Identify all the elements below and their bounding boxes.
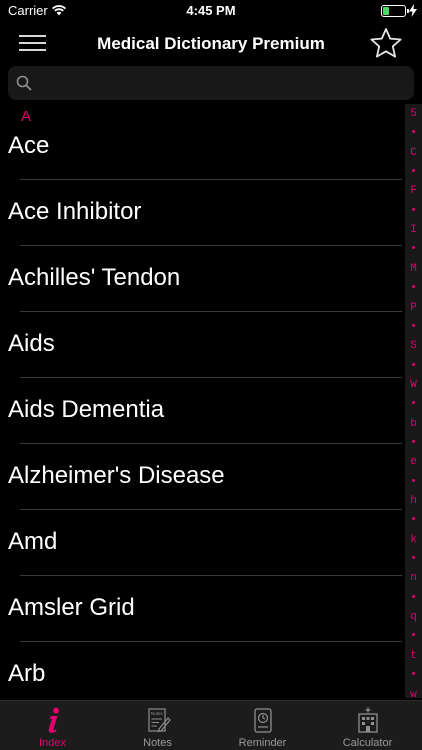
index-dot[interactable]: •	[405, 511, 422, 529]
battery-fill	[383, 7, 389, 15]
index-dot[interactable]: •	[405, 434, 422, 452]
index-letter[interactable]: q	[405, 608, 422, 626]
index-dot[interactable]: •	[405, 550, 422, 568]
term-label: Amd	[8, 528, 58, 555]
tab-index[interactable]: Index	[0, 701, 105, 750]
notes-icon: Notes	[147, 708, 171, 733]
term-label: Amsler Grid	[8, 594, 135, 621]
search-bar	[8, 66, 414, 100]
favorites-star-icon[interactable]	[369, 27, 403, 59]
tab-calculator[interactable]: Calculator	[315, 701, 420, 750]
term-row[interactable]: Arb	[0, 642, 405, 708]
tab-reminder[interactable]: Reminder	[210, 701, 315, 750]
index-dot[interactable]: •	[405, 589, 422, 607]
tab-label: Calculator	[342, 737, 393, 749]
index-letter[interactable]: M	[405, 260, 422, 278]
index-letter[interactable]: F	[405, 182, 422, 200]
info-icon	[48, 707, 59, 733]
navigation-bar: Medical Dictionary Premium	[0, 22, 422, 66]
index-letter[interactable]: t	[405, 647, 422, 665]
svg-text:Notes: Notes	[151, 711, 164, 716]
index-letter[interactable]: n	[405, 569, 422, 587]
index-letter[interactable]: I	[405, 221, 422, 239]
term-label: Ace	[8, 132, 50, 159]
index-dot[interactable]: •	[405, 395, 422, 413]
tab-notes[interactable]: Notes Notes	[105, 701, 210, 750]
index-dot[interactable]: •	[405, 473, 422, 491]
battery-icon	[381, 5, 409, 17]
index-letter[interactable]: k	[405, 531, 422, 549]
status-time: 4:45 PM	[186, 3, 236, 18]
index-dot[interactable]: •	[405, 666, 422, 684]
tab-bar: Index Notes Notes Reminder Calculator	[0, 700, 422, 750]
alphabet-index-strip[interactable]: 5 • C • F • I • M • P • S • W • b • e • h • k • n • q • t • w	[405, 104, 422, 701]
index-dot[interactable]: •	[405, 163, 422, 181]
index-dot[interactable]: •	[405, 124, 422, 142]
term-label: Ace Inhibitor	[8, 198, 142, 225]
status-bar: Carrier 4:45 PM	[0, 0, 422, 22]
index-dot[interactable]: •	[405, 240, 422, 258]
index-letter[interactable]: b	[405, 415, 422, 433]
index-letter[interactable]: W	[405, 376, 422, 394]
page-title: Medical Dictionary Premium	[97, 34, 325, 53]
term-row[interactable]: Ace Inhibitor	[0, 180, 405, 246]
term-row[interactable]: Aids	[0, 312, 405, 378]
reminder-icon	[253, 708, 272, 733]
term-label: Alzheimer's Disease	[8, 462, 225, 489]
tab-label: Reminder	[238, 737, 287, 749]
menu-button[interactable]	[19, 31, 47, 55]
calculator-icon	[357, 707, 378, 733]
term-row[interactable]: Ace	[0, 114, 405, 180]
index-dot[interactable]: •	[405, 627, 422, 645]
term-row[interactable]: Alzheimer's Disease	[0, 444, 405, 510]
index-dot[interactable]: •	[405, 279, 422, 297]
index-letter[interactable]: C	[405, 144, 422, 162]
term-label: Aids	[8, 330, 55, 357]
index-letter[interactable]: P	[405, 299, 422, 317]
search-input[interactable]	[38, 66, 408, 100]
term-row[interactable]: Amsler Grid	[0, 576, 405, 642]
term-row[interactable]: Amd	[0, 510, 405, 576]
term-label: Aids Dementia	[8, 396, 165, 423]
term-row[interactable]: Aids Dementia	[0, 378, 405, 444]
search-icon	[16, 75, 32, 91]
tab-label: Notes	[143, 737, 172, 749]
term-label: Arb	[8, 660, 46, 687]
tab-label: Index	[39, 737, 66, 749]
index-dot[interactable]: •	[405, 202, 422, 220]
index-letter[interactable]: S	[405, 337, 422, 355]
index-letter[interactable]: 5	[405, 105, 422, 123]
index-dot[interactable]: •	[405, 318, 422, 336]
charging-bolt-icon	[409, 4, 417, 17]
term-row[interactable]: Achilles' Tendon	[0, 246, 405, 312]
index-letter[interactable]: h	[405, 492, 422, 510]
index-letter[interactable]: e	[405, 453, 422, 471]
term-list: Ace Ace Inhibitor Achilles' Tendon Aids Aids…	[0, 114, 405, 708]
index-dot[interactable]: •	[405, 357, 422, 375]
term-label: Achilles' Tendon	[8, 264, 181, 291]
app-screen: Carrier 4:45 PM Medical Dictionary Premi…	[0, 0, 422, 750]
